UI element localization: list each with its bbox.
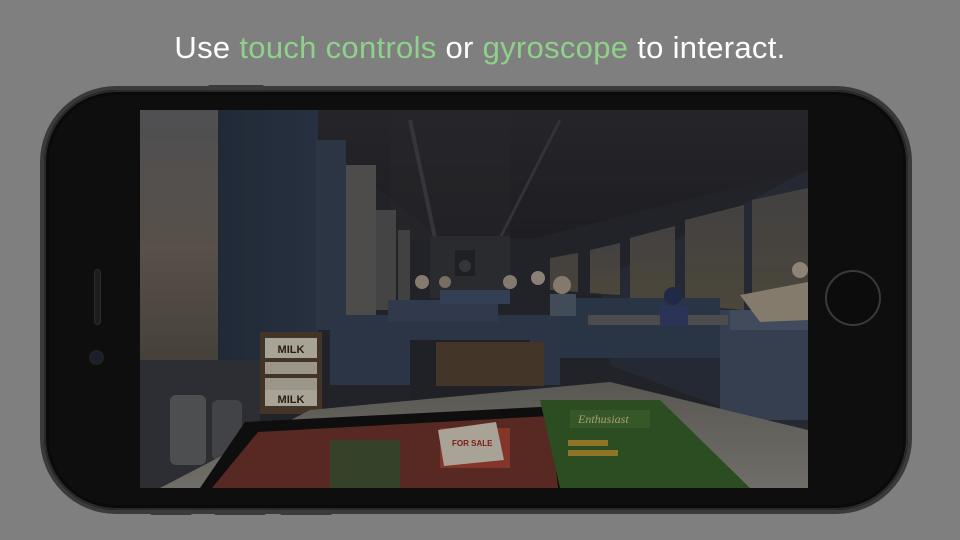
headline-middle: or bbox=[436, 30, 483, 65]
gyroscope-text: gyroscope bbox=[482, 30, 629, 65]
phone-front-camera bbox=[91, 352, 102, 363]
vr-viewport[interactable]: MILK MILK FOR SALE Enthusiast bbox=[140, 110, 808, 488]
phone-mute-switch bbox=[150, 510, 192, 515]
phone-volume-up-button bbox=[214, 510, 266, 515]
headline-suffix: to interact. bbox=[628, 30, 786, 65]
phone-volume-down-button bbox=[280, 510, 332, 515]
instruction-headline: Use touch controls or gyroscope to inter… bbox=[0, 30, 960, 66]
touch-controls-text: touch controls bbox=[239, 30, 437, 65]
phone-speaker bbox=[95, 270, 100, 324]
headline-prefix: Use bbox=[174, 30, 240, 65]
train-interior-scene[interactable]: MILK MILK FOR SALE Enthusiast bbox=[140, 110, 808, 488]
phone-home-button[interactable] bbox=[825, 270, 881, 326]
